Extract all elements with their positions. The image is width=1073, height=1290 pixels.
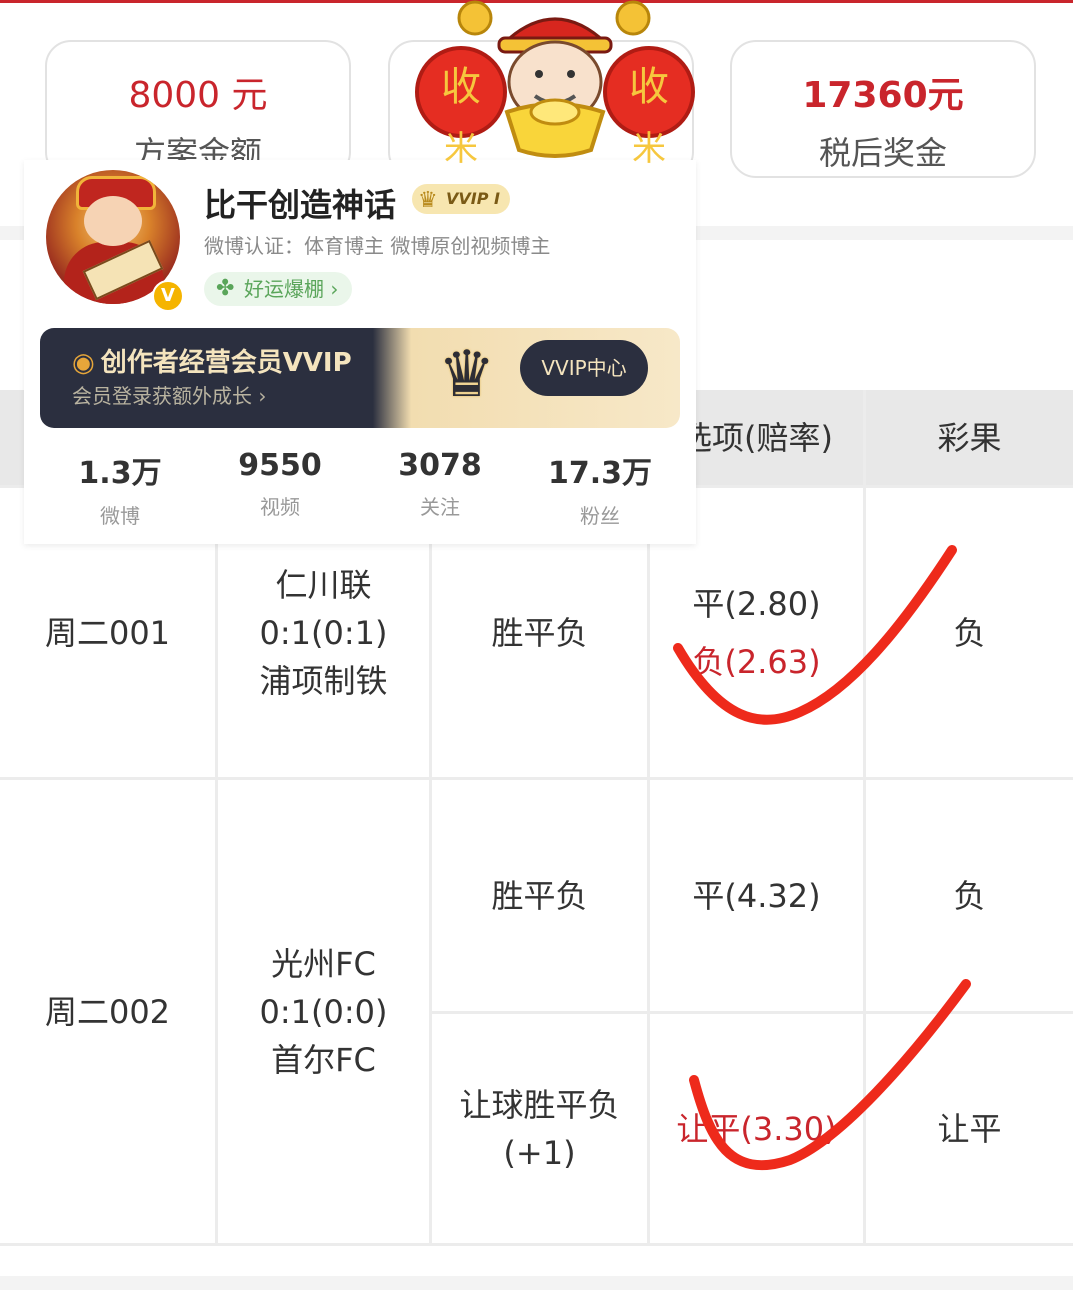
option-handicap-draw-hit: 让平(3.30) <box>676 1109 837 1148</box>
home-team: 光州FC <box>271 944 376 983</box>
crown-icon: ♛ <box>438 338 496 412</box>
match-score: 0:1(0:0) <box>259 992 388 1031</box>
header-result: 彩果 <box>866 390 1073 488</box>
stat-label: 关注 <box>420 495 460 519</box>
plan-amount-card: 8000 元 方案金额 <box>45 40 351 178</box>
banner-title-text: 创作者经营会员VVIP <box>100 348 352 378</box>
prize-amount: 17360元 <box>802 75 964 116</box>
profile-name[interactable]: 比干创造神话 <box>204 180 396 226</box>
match-result: 负 <box>953 876 986 915</box>
prize-amount-card: 17360元 税后奖金 <box>730 40 1036 178</box>
option-loss-hit: 负(2.63) <box>692 642 821 681</box>
weibo-icon: ◉ <box>72 348 95 378</box>
match-result-handicap: 让平 <box>937 1109 1002 1148</box>
stat-label: 微博 <box>100 504 140 528</box>
play-type-handicap: 让球胜平负 <box>459 1085 620 1124</box>
lantern-sub-left: 米 <box>444 129 478 169</box>
away-team: 首尔FC <box>271 1040 376 1079</box>
banner-title: ◉ 创作者经营会员VVIP <box>72 342 352 379</box>
row2-option-handicap: 让平(3.30) <box>650 1014 866 1246</box>
stat-number: 9550 <box>238 448 322 483</box>
luck-tag-label: 好运爆棚 › <box>244 277 339 301</box>
home-team: 仁川联 <box>275 565 372 604</box>
match-result: 负 <box>953 613 986 652</box>
match-code: 周二001 <box>44 613 171 652</box>
stat-number: 1.3万 <box>78 456 162 491</box>
row2-result: 负 <box>866 780 1073 1014</box>
header-result-label: 彩果 <box>937 418 1002 457</box>
stat-number: 3078 <box>398 448 482 483</box>
vvip-banner[interactable]: ◉ 创作者经营会员VVIP 会员登录获额外成长 › ♛ VVIP中心 <box>40 328 680 428</box>
play-type: 胜平负 <box>491 876 588 915</box>
row2-option: 平(4.32) <box>650 780 866 1014</box>
clover-icon: ✤ <box>216 276 235 301</box>
row2-result-handicap: 让平 <box>866 1014 1073 1246</box>
vvip-badge-label: VVIP I <box>446 189 500 208</box>
stat-videos[interactable]: 9550 视频 <box>200 448 360 520</box>
away-team: 浦项制铁 <box>259 661 388 700</box>
handicap-value: (+1) <box>503 1133 576 1172</box>
stat-label: 粉丝 <box>580 504 620 528</box>
row2-code: 周二002 <box>0 780 218 1246</box>
lantern-sub-right: 米 <box>632 129 666 169</box>
row2-play-handicap: 让球胜平负 (+1) <box>432 1014 650 1246</box>
option-draw: 平(4.32) <box>692 876 821 915</box>
profile-stats: 1.3万 微博 9550 视频 3078 关注 17.3万 粉丝 <box>24 448 696 528</box>
luck-tag[interactable]: ✤ 好运爆棚 › <box>204 272 353 306</box>
lantern-text-left: 收 <box>441 64 481 110</box>
lantern-text-right: 收 <box>629 64 669 110</box>
stat-followers[interactable]: 17.3万 粉丝 <box>520 448 680 529</box>
vvip-center-button[interactable]: VVIP中心 <box>520 340 648 396</box>
header-option-label: 选项(赔率) <box>680 418 833 457</box>
row1-result: 负 <box>866 488 1073 780</box>
row2-play: 胜平负 <box>432 780 650 1014</box>
stat-label: 视频 <box>260 495 300 519</box>
play-type: 胜平负 <box>491 613 588 652</box>
weibo-profile-card: V 比干创造神话 ♛ VVIP I 微博认证：体育博主 微博原创视频博主 ✤ 好… <box>24 160 696 544</box>
vvip-badge[interactable]: ♛ VVIP I <box>412 184 510 214</box>
stat-following[interactable]: 3078 关注 <box>360 448 520 520</box>
stat-number: 17.3万 <box>547 456 653 491</box>
prize-amount-label: 税后奖金 <box>818 134 947 172</box>
bottom-divider <box>0 1276 1073 1290</box>
match-score: 0:1(0:1) <box>259 613 388 652</box>
verification-text: 微博认证：体育博主 微博原创视频博主 <box>204 234 551 258</box>
row2-teams: 光州FC 0:1(0:0) 首尔FC <box>218 780 432 1246</box>
banner-subtitle: 会员登录获额外成长 › <box>72 384 267 408</box>
option-draw: 平(2.80) <box>692 584 821 623</box>
verified-icon: V <box>152 280 184 312</box>
crown-icon: ♛ <box>418 188 438 213</box>
plan-amount: 8000 元 <box>128 75 268 116</box>
stat-weibo[interactable]: 1.3万 微博 <box>40 448 200 529</box>
match-code: 周二002 <box>44 992 171 1031</box>
god-of-wealth-sticker: 收 收 米 米 <box>415 0 695 169</box>
